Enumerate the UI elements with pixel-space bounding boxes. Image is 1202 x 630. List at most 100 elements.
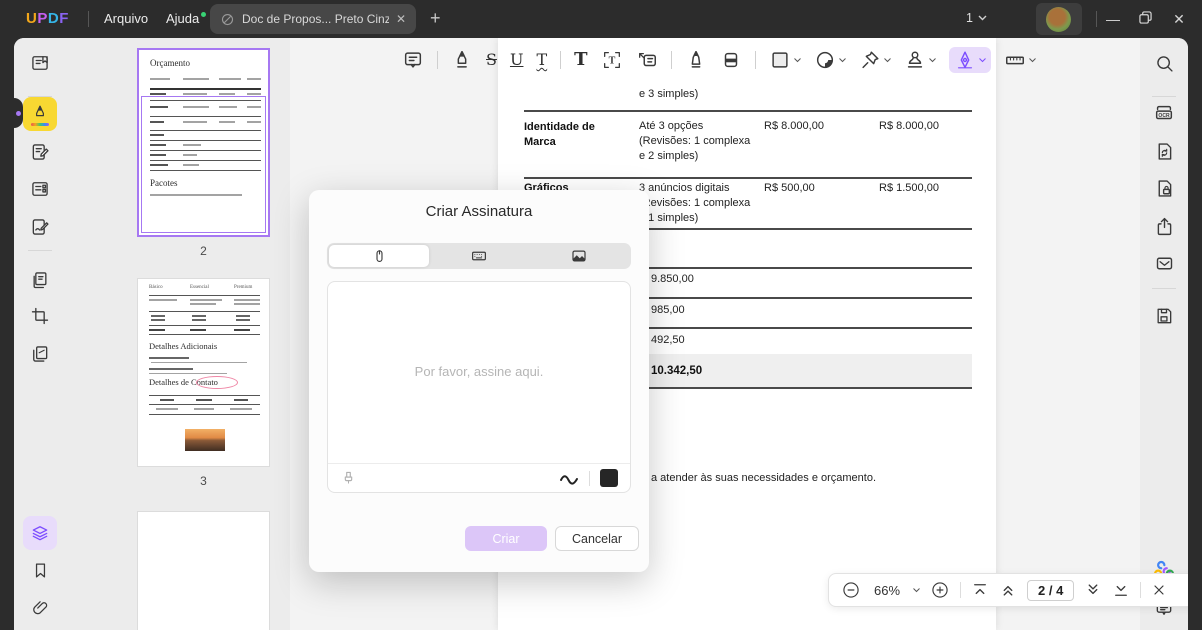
- email-icon[interactable]: [1147, 246, 1181, 280]
- chevron-down-icon: [978, 15, 987, 21]
- thumb-title: Orçamento: [150, 58, 190, 68]
- thumb-photo: [185, 429, 225, 451]
- convert-icon[interactable]: [23, 337, 57, 371]
- collapse-panel-handle[interactable]: [14, 98, 23, 128]
- previous-page-button[interactable]: [999, 581, 1017, 599]
- close-button[interactable]: ✕: [1168, 8, 1190, 30]
- text-tool[interactable]: T: [574, 47, 587, 73]
- doc-desc-line: 3 anúncios digitais: [639, 182, 730, 194]
- eraser-tool[interactable]: [720, 47, 742, 73]
- divider: [1152, 288, 1176, 289]
- svg-text:T: T: [608, 56, 615, 67]
- sticky-note-tool[interactable]: [402, 47, 424, 73]
- first-page-button[interactable]: [971, 581, 989, 599]
- callout-tool[interactable]: [636, 47, 658, 73]
- signature-mode-tabs: [327, 243, 631, 269]
- edit-pdf-icon[interactable]: [23, 135, 57, 169]
- comment-tool-icon[interactable]: [23, 97, 57, 131]
- search-icon[interactable]: [1147, 46, 1181, 80]
- avatar: [1046, 7, 1071, 32]
- convert-file-icon[interactable]: [1147, 134, 1181, 168]
- protect-file-icon[interactable]: [1147, 171, 1181, 205]
- last-page-button[interactable]: [1112, 581, 1130, 599]
- reader-mode-icon[interactable]: [23, 46, 57, 80]
- color-swatch[interactable]: [600, 469, 618, 487]
- signature-tool[interactable]: [949, 47, 991, 73]
- new-tab-button[interactable]: +: [430, 8, 441, 29]
- measure-tool[interactable]: [1004, 47, 1036, 73]
- page-indicator[interactable]: 2 / 4: [1027, 580, 1074, 601]
- minimize-button[interactable]: —: [1102, 8, 1124, 30]
- doc-unit-price: R$ 500,00: [764, 182, 815, 194]
- create-button[interactable]: Criar: [465, 526, 547, 551]
- handle-dot: [16, 111, 21, 116]
- pad-footer: [328, 463, 630, 492]
- svg-text:OCR: OCR: [1158, 113, 1170, 119]
- pencil-tool[interactable]: [685, 47, 707, 73]
- doc-subtotal-value: 9.850,00: [651, 273, 694, 285]
- tab-type-keyboard[interactable]: [429, 245, 529, 267]
- restore-button[interactable]: [1134, 8, 1156, 30]
- left-sidebar: [14, 38, 66, 630]
- chevron-down-icon: [979, 58, 986, 63]
- sticker-tool[interactable]: [814, 47, 846, 73]
- text-box-tool[interactable]: T: [601, 47, 623, 73]
- signature-pad[interactable]: Por favor, assine aqui.: [327, 281, 631, 493]
- zoom-in-button[interactable]: [930, 580, 950, 600]
- fill-sign-icon[interactable]: [23, 210, 57, 244]
- zoom-level[interactable]: 66%: [871, 583, 903, 598]
- logo-letter: F: [59, 10, 69, 27]
- save-icon[interactable]: [1147, 299, 1181, 333]
- restore-icon: [1139, 11, 1152, 24]
- thumbnail-page-3[interactable]: Básico Essencial Premium Detalhes Adicio…: [137, 278, 270, 467]
- document-tab[interactable]: Doc de Propos... Preto Cinza* ✕: [210, 4, 416, 34]
- squiggly-underline-tool[interactable]: T: [536, 47, 547, 73]
- strikethrough-tool[interactable]: S: [486, 47, 497, 73]
- thumbnail-page-2-label: 2: [137, 244, 270, 258]
- window-count-dropdown[interactable]: 1: [966, 11, 987, 25]
- chevron-down-icon: [929, 58, 936, 63]
- updf-logo[interactable]: UPDF: [26, 10, 69, 27]
- thumbnail-page-2[interactable]: Orçamento: [137, 48, 270, 237]
- thumbnail-page-4[interactable]: [137, 511, 270, 630]
- zoom-out-button[interactable]: [841, 580, 861, 600]
- bookmark-icon[interactable]: [23, 553, 57, 587]
- doc-desc-line: (Revisões: 1 complexa: [639, 135, 750, 147]
- annotation-ellipse: [196, 376, 238, 389]
- organize-pages-icon[interactable]: [23, 263, 57, 297]
- next-page-button[interactable]: [1084, 581, 1102, 599]
- chevron-down-icon: [794, 58, 801, 63]
- right-sidebar: OCR: [1140, 38, 1188, 630]
- brush-icon[interactable]: [340, 470, 357, 487]
- underline-tool[interactable]: U: [510, 47, 523, 73]
- crop-icon[interactable]: [23, 299, 57, 333]
- account-button[interactable]: [1036, 3, 1082, 35]
- logo-letter: D: [48, 10, 59, 27]
- pin-tool[interactable]: [859, 47, 891, 73]
- forms-icon[interactable]: [23, 172, 57, 206]
- highlight-tool[interactable]: [451, 47, 473, 73]
- thumbnails-panel: Orçamento: [66, 38, 290, 630]
- thumbnails-panel-icon[interactable]: [23, 516, 57, 550]
- close-pagination-icon[interactable]: [1151, 582, 1167, 598]
- stroke-style-icon[interactable]: [559, 471, 579, 485]
- ocr-icon[interactable]: OCR: [1147, 96, 1181, 130]
- tab-draw-mouse[interactable]: [329, 245, 429, 267]
- shapes-tool[interactable]: [769, 47, 801, 73]
- chevron-down-icon: [884, 58, 891, 63]
- attachment-icon[interactable]: [23, 591, 57, 625]
- doc-note: a atender às suas necessidades e orçamen…: [651, 472, 876, 484]
- stamp-tool[interactable]: [904, 47, 936, 73]
- create-signature-dialog: Criar Assinatura Por favor, assine aqui.: [309, 190, 649, 572]
- tab-upload-image[interactable]: [529, 245, 629, 267]
- viewport-indicator: [141, 96, 266, 233]
- keyboard-icon: [470, 247, 488, 265]
- menu-ajuda[interactable]: Ajuda: [166, 11, 206, 26]
- zoom-dropdown-icon[interactable]: [913, 588, 920, 593]
- tab-doc-icon: [220, 12, 235, 27]
- doc-service-name: Identidade de Marca: [524, 120, 624, 150]
- menu-arquivo[interactable]: Arquivo: [104, 11, 148, 26]
- share-icon[interactable]: [1147, 209, 1181, 243]
- cancel-button[interactable]: Cancelar: [555, 526, 639, 551]
- tab-close-icon[interactable]: ✕: [396, 12, 406, 26]
